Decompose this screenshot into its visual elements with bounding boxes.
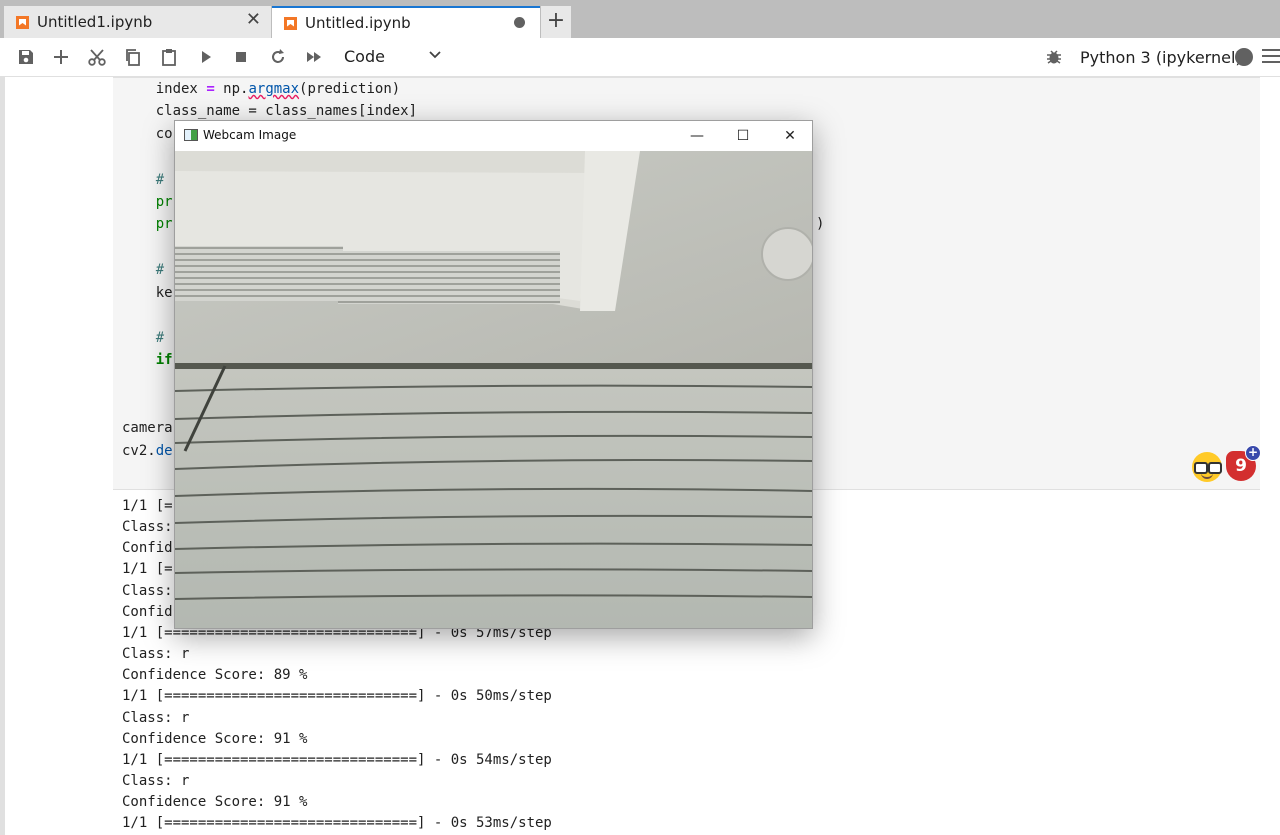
add-icon[interactable] (50, 46, 72, 68)
bug-icon[interactable] (1043, 46, 1065, 68)
new-tab-button[interactable]: + (541, 6, 571, 38)
restart-icon[interactable] (267, 46, 289, 68)
unsaved-dot-icon[interactable] (514, 17, 525, 28)
output-line: Confidence Score: 89 % (122, 667, 308, 684)
tab-label: Untitled.ipynb (305, 14, 411, 32)
output-line: Class: r (122, 646, 190, 663)
tab-untitled1[interactable]: Untitled1.ipynb ✕ (4, 6, 271, 38)
plus-icon: + (1245, 445, 1261, 461)
webcam-window[interactable]: Webcam Image — ☐ ✕ (174, 120, 813, 629)
code-line[interactable]: if (122, 350, 173, 371)
function-name: argmax (248, 81, 300, 97)
output-line: Class: (122, 582, 173, 599)
window-titlebar[interactable]: Webcam Image — ☐ ✕ (175, 121, 812, 151)
code-line[interactable]: # (122, 260, 164, 281)
stop-icon[interactable] (230, 46, 252, 68)
minimize-button[interactable]: — (683, 125, 711, 147)
output-line: Class: (122, 519, 173, 536)
notebook-icon (16, 15, 29, 29)
nerd-face-icon[interactable] (1192, 452, 1222, 482)
code-line[interactable]: cv2.de (122, 441, 173, 462)
run-all-icon[interactable] (303, 46, 325, 68)
output-line: Confidence Score: 91 % (122, 730, 308, 747)
window-title: Webcam Image (203, 128, 297, 142)
output-line: Class: r (122, 773, 190, 790)
tab-bar: Untitled1.ipynb ✕ Untitled.ipynb + (0, 0, 1280, 38)
close-button[interactable]: ✕ (776, 125, 804, 147)
menu-icon[interactable] (1262, 49, 1280, 67)
output-line: Confid (122, 603, 173, 620)
paste-icon[interactable] (158, 46, 180, 68)
output-line: Class: r (122, 709, 190, 726)
kernel-status-icon (1235, 48, 1253, 66)
output-line: 1/1 [==============================] - 0… (122, 688, 552, 705)
code-line-tail: ) (816, 216, 825, 232)
notification-badge[interactable]: 9 + (1226, 445, 1261, 481)
app-icon (184, 129, 198, 141)
run-icon[interactable] (195, 46, 217, 68)
code-line[interactable]: index = np.argmax(prediction) (122, 79, 400, 100)
webcam-image (175, 151, 812, 628)
notebook-toolbar: Code Python 3 (ipykernel) (0, 38, 1280, 77)
code-line[interactable]: class_name = class_names[index] (122, 101, 417, 122)
save-icon[interactable] (15, 46, 37, 68)
maximize-button[interactable]: ☐ (729, 125, 757, 147)
cut-icon[interactable] (86, 46, 108, 68)
output-line: 1/1 [==============================] - 0… (122, 815, 552, 832)
notebook-icon (284, 16, 297, 30)
output-line: Confid (122, 540, 173, 557)
code-line[interactable]: # (122, 170, 164, 191)
code-line[interactable]: co (122, 124, 173, 145)
code-line[interactable]: ke (122, 283, 173, 304)
copy-icon[interactable] (122, 46, 144, 68)
code-line[interactable]: pr (122, 214, 173, 235)
cell-type-select[interactable]: Code (344, 47, 385, 66)
output-line: 1/1 [= (122, 561, 173, 578)
tab-untitled[interactable]: Untitled.ipynb (272, 6, 540, 38)
output-line: 1/1 [==============================] - 0… (122, 751, 552, 768)
code-line[interactable]: camera (122, 418, 173, 439)
code-line[interactable]: # (122, 328, 164, 349)
kernel-name[interactable]: Python 3 (ipykernel) (1080, 48, 1242, 67)
output-line: 1/1 [= (122, 498, 173, 514)
close-icon[interactable]: ✕ (246, 9, 261, 30)
tab-label: Untitled1.ipynb (37, 13, 153, 31)
output-line: Confidence Score: 91 % (122, 794, 308, 811)
code-line[interactable]: pr (122, 192, 173, 213)
chevron-down-icon[interactable] (428, 48, 442, 62)
